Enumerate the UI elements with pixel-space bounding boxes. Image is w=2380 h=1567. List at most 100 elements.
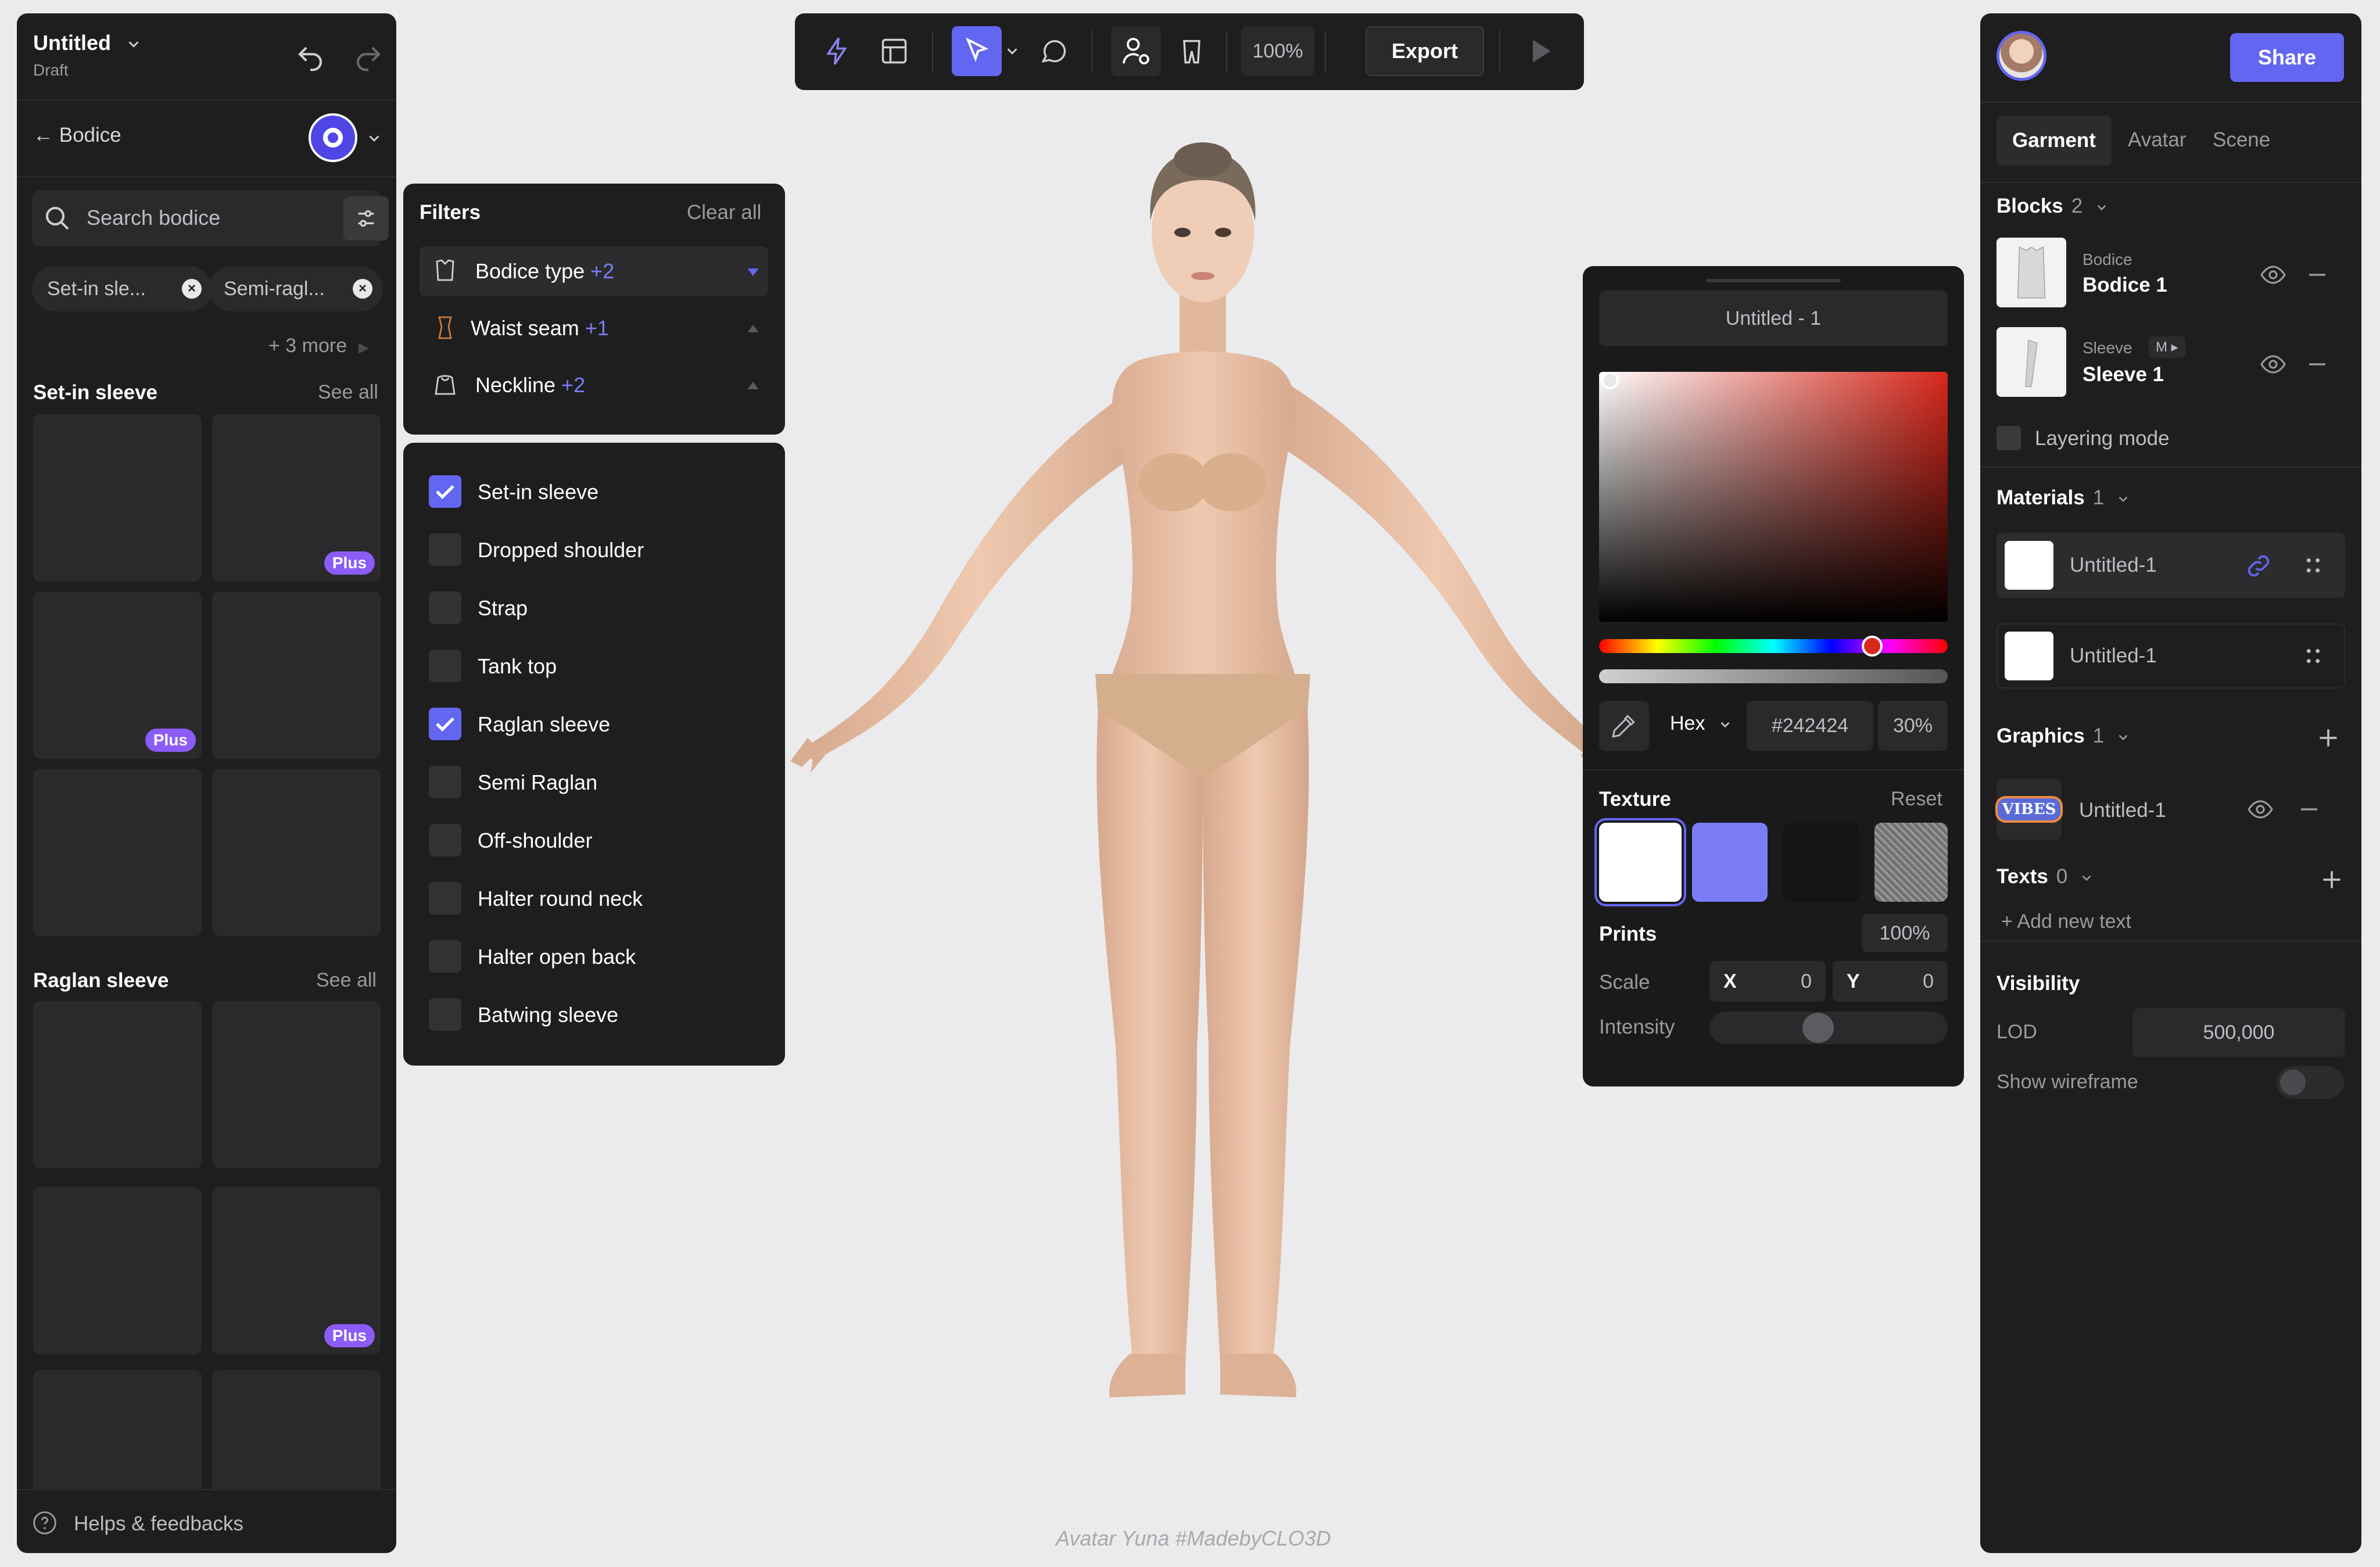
color-handle[interactable] bbox=[1601, 372, 1619, 389]
brand-chevron-icon[interactable] bbox=[365, 130, 383, 147]
drag-handle[interactable] bbox=[1706, 279, 1841, 282]
saturation-value-area[interactable] bbox=[1599, 372, 1948, 622]
search-input[interactable]: Search bodice bbox=[32, 191, 389, 246]
template-card[interactable]: Plus bbox=[33, 591, 202, 759]
filter-chip[interactable]: Semi-ragl... × bbox=[209, 266, 383, 311]
template-card[interactable]: Plus bbox=[212, 414, 381, 582]
filter-chip[interactable]: Set-in sle... × bbox=[32, 266, 212, 311]
template-card[interactable] bbox=[212, 1370, 381, 1489]
graphic-row[interactable]: VIBES Untitled-1 bbox=[1980, 774, 2361, 844]
option-row[interactable]: Dropped shoulder bbox=[403, 526, 785, 573]
template-card[interactable] bbox=[33, 1370, 202, 1489]
template-card[interactable] bbox=[212, 769, 381, 936]
checkbox[interactable] bbox=[429, 882, 461, 915]
zoom-level[interactable]: 100% bbox=[1241, 26, 1314, 76]
layout-icon[interactable] bbox=[869, 26, 919, 76]
opacity-input[interactable]: 30% bbox=[1878, 701, 1948, 751]
option-row[interactable]: Halter round neck bbox=[403, 875, 785, 921]
color-mode-select[interactable]: Hex bbox=[1670, 712, 1733, 735]
filter-group-waist-seam[interactable]: Waist seam +1 bbox=[420, 303, 768, 353]
filter-group-neckline[interactable]: Neckline +2 bbox=[420, 360, 768, 410]
tab-garment[interactable]: Garment bbox=[1997, 116, 2112, 166]
user-avatar[interactable] bbox=[1997, 31, 2046, 81]
see-all-link[interactable]: See all bbox=[316, 969, 377, 992]
texture-swatch-purple[interactable] bbox=[1692, 823, 1768, 902]
material-row[interactable]: Untitled-1 bbox=[1997, 533, 2345, 598]
texture-swatch-noise[interactable] bbox=[1874, 823, 1948, 902]
material-name-field[interactable]: Untitled - 1 bbox=[1599, 291, 1948, 346]
redo-icon[interactable] bbox=[353, 42, 384, 74]
filter-group-bodice-type[interactable]: Bodice type +2 bbox=[420, 246, 768, 296]
texture-swatch-white[interactable] bbox=[1599, 823, 1682, 902]
option-row[interactable]: Off-shoulder bbox=[403, 817, 785, 863]
comment-icon[interactable] bbox=[1028, 26, 1078, 76]
opacity-slider[interactable] bbox=[1599, 669, 1948, 683]
option-row[interactable]: Semi Raglan bbox=[403, 759, 785, 805]
scale-y-input[interactable]: Y0 bbox=[1833, 961, 1948, 1002]
option-row[interactable]: Set-in sleeve bbox=[403, 468, 785, 515]
option-row[interactable]: Halter open back bbox=[403, 933, 785, 980]
option-row[interactable]: Tank top bbox=[403, 643, 785, 689]
add-graphic-icon[interactable] bbox=[2314, 723, 2343, 752]
materials-section-title[interactable]: Materials 1 bbox=[1997, 486, 2131, 510]
checkbox[interactable] bbox=[429, 708, 461, 740]
brand-icon[interactable] bbox=[309, 113, 357, 162]
texture-reset-button[interactable]: Reset bbox=[1891, 788, 1942, 811]
document-title[interactable]: Untitled bbox=[33, 31, 111, 55]
option-row[interactable]: Strap bbox=[403, 585, 785, 631]
intensity-handle[interactable] bbox=[1802, 1013, 1834, 1043]
hue-slider[interactable] bbox=[1599, 636, 1948, 657]
hex-input[interactable]: #242424 bbox=[1747, 701, 1873, 751]
checkbox[interactable] bbox=[1997, 426, 2021, 450]
checkbox[interactable] bbox=[429, 998, 461, 1031]
add-text-icon[interactable] bbox=[2317, 865, 2346, 894]
template-card[interactable] bbox=[212, 1001, 381, 1168]
block-row[interactable]: Bodice Bodice 1 bbox=[1980, 238, 2361, 313]
select-arrow-icon[interactable] bbox=[952, 26, 1002, 76]
garment-icon[interactable] bbox=[1167, 26, 1217, 76]
hue-handle[interactable] bbox=[1862, 636, 1883, 657]
tab-scene[interactable]: Scene bbox=[2213, 128, 2270, 152]
remove-chip-icon[interactable]: × bbox=[353, 279, 372, 299]
block-row[interactable]: Sleeve M ▸ Sleeve 1 bbox=[1980, 327, 2361, 403]
template-card[interactable] bbox=[33, 1187, 202, 1354]
see-all-link[interactable]: See all bbox=[318, 381, 378, 404]
texts-section-title[interactable]: Texts 0 bbox=[1997, 865, 2094, 888]
title-chevron-icon[interactable] bbox=[125, 35, 142, 53]
eyedropper-button[interactable] bbox=[1599, 701, 1649, 751]
template-card[interactable] bbox=[33, 414, 202, 582]
wireframe-toggle[interactable] bbox=[2277, 1066, 2344, 1099]
material-row[interactable]: Untitled-1 bbox=[1997, 623, 2345, 689]
play-icon[interactable] bbox=[1515, 26, 1565, 76]
option-row[interactable]: Raglan sleeve bbox=[403, 701, 785, 747]
more-chips-link[interactable]: + 3 more ▶ bbox=[268, 335, 369, 357]
option-row[interactable]: Batwing sleeve bbox=[403, 991, 785, 1038]
checkbox[interactable] bbox=[429, 533, 461, 566]
template-card[interactable] bbox=[33, 769, 202, 936]
undo-icon[interactable] bbox=[295, 42, 326, 74]
graphics-section-title[interactable]: Graphics 1 bbox=[1997, 725, 2131, 748]
chevron-down-icon[interactable] bbox=[999, 26, 1025, 76]
filter-settings-button[interactable] bbox=[343, 196, 389, 241]
avatar-settings-icon[interactable] bbox=[1111, 26, 1161, 76]
help-footer[interactable]: Helps & feedbacks bbox=[17, 1489, 396, 1553]
template-card[interactable] bbox=[212, 591, 381, 759]
size-tag[interactable]: M ▸ bbox=[2149, 336, 2185, 358]
scale-x-input[interactable]: X0 bbox=[1709, 961, 1826, 1002]
tab-avatar[interactable]: Avatar bbox=[2128, 128, 2187, 152]
checkbox[interactable] bbox=[429, 591, 461, 624]
checkbox[interactable] bbox=[429, 475, 461, 508]
lod-input[interactable]: 500,000 bbox=[2132, 1008, 2345, 1057]
checkbox[interactable] bbox=[429, 940, 461, 973]
blocks-section-title[interactable]: Blocks 2 bbox=[1997, 195, 2109, 218]
template-card[interactable] bbox=[33, 1001, 202, 1168]
layering-mode-toggle[interactable]: Layering mode bbox=[1997, 424, 2345, 453]
template-card[interactable]: Plus bbox=[212, 1187, 381, 1354]
add-new-text-button[interactable]: + Add new text bbox=[2001, 910, 2131, 933]
clear-all-button[interactable]: Clear all bbox=[687, 201, 761, 224]
checkbox[interactable] bbox=[429, 766, 461, 798]
share-button[interactable]: Share bbox=[2230, 33, 2344, 82]
back-to-bodice-link[interactable]: ← Bodice bbox=[33, 124, 121, 147]
export-button[interactable]: Export bbox=[1365, 26, 1484, 76]
prints-value[interactable]: 100% bbox=[1862, 914, 1948, 952]
